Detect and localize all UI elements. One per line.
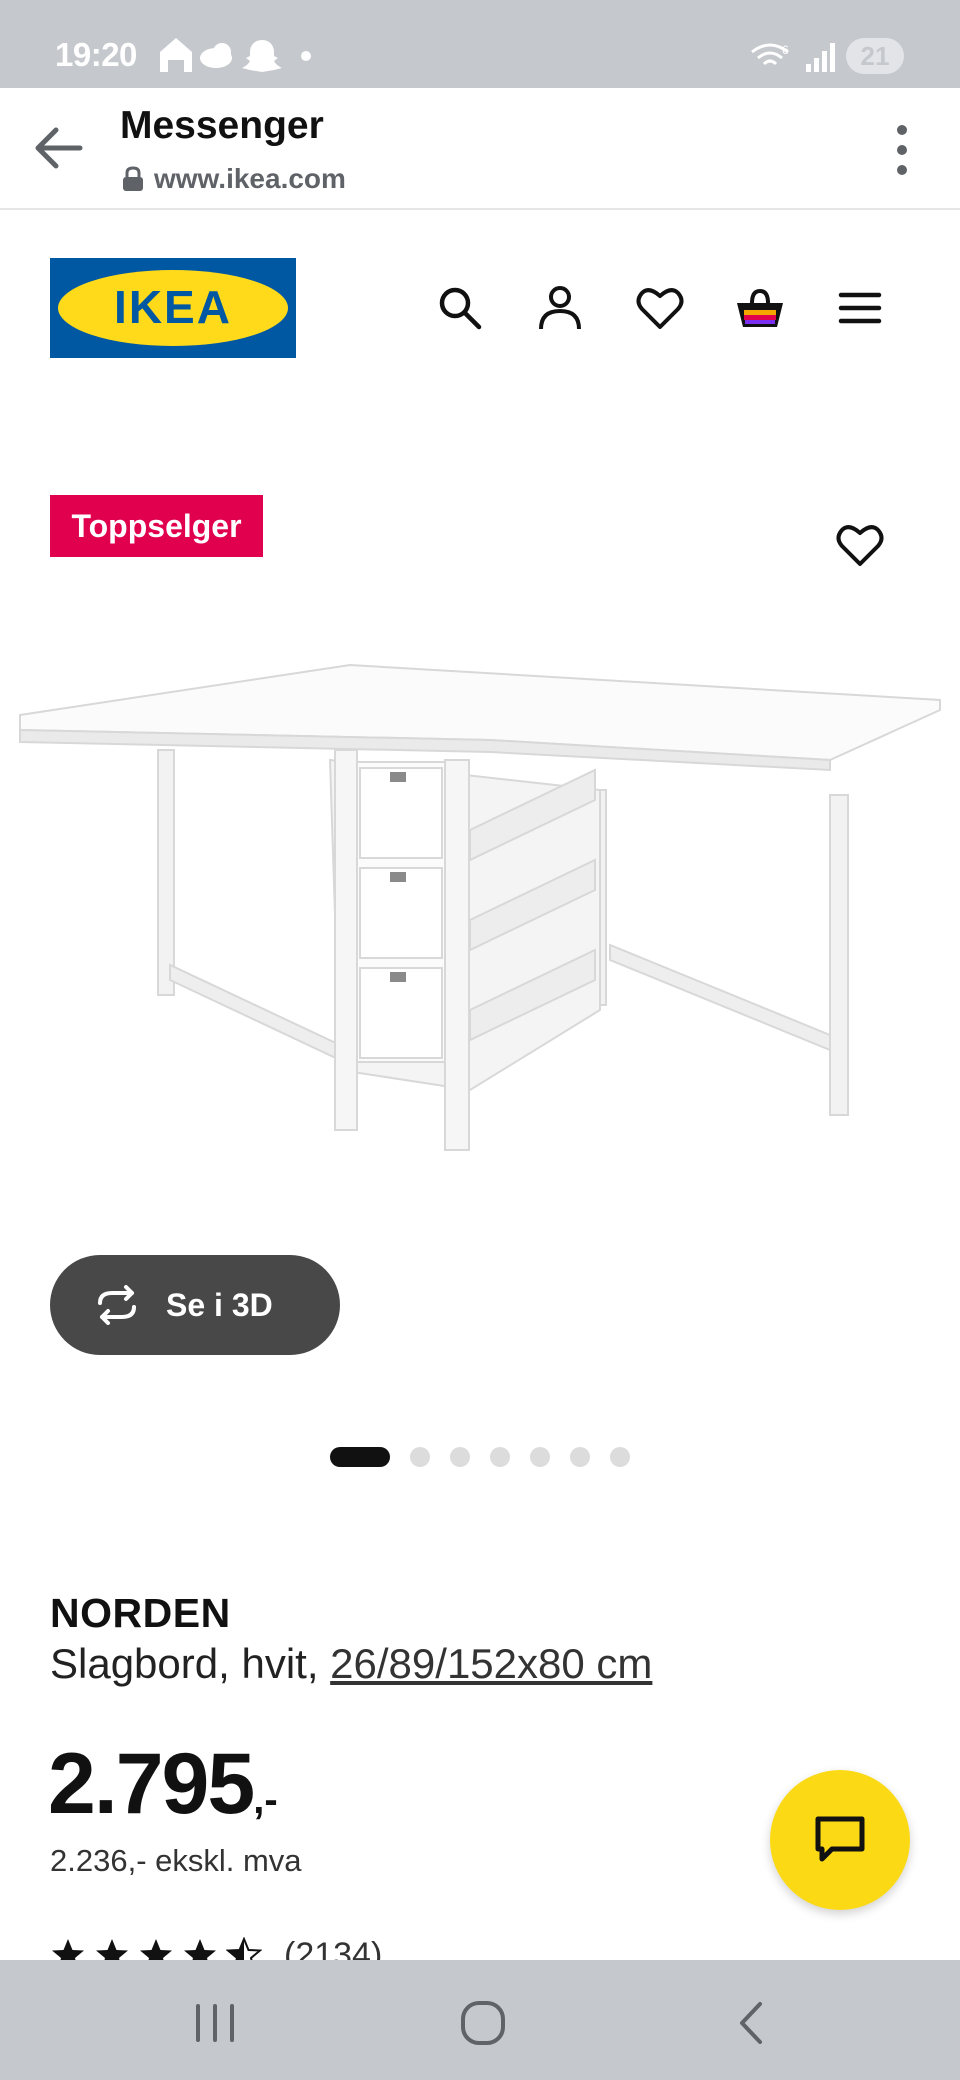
price-amount: 2.795 xyxy=(48,1736,255,1832)
product-image[interactable] xyxy=(10,650,950,1200)
product-measure-link[interactable]: 26/89/152x80 cm xyxy=(330,1640,652,1687)
status-bar: 19:20 6 21 xyxy=(0,0,960,88)
product-name: NORDEN xyxy=(50,1590,231,1636)
carousel-dot[interactable] xyxy=(570,1447,590,1467)
rotate-3d-icon xyxy=(98,1285,136,1325)
carousel-dot[interactable] xyxy=(530,1447,550,1467)
recent-apps-icon[interactable] xyxy=(190,1998,240,2048)
dot-icon xyxy=(301,51,311,61)
chat-icon xyxy=(815,1816,865,1862)
more-options-icon[interactable] xyxy=(894,122,910,178)
carousel-dot[interactable] xyxy=(610,1447,630,1467)
lock-icon xyxy=(123,166,143,191)
bestseller-badge: Toppselger xyxy=(50,495,263,557)
account-icon[interactable] xyxy=(535,283,585,333)
snapchat-icon xyxy=(242,40,282,72)
url-display[interactable]: www.ikea.com xyxy=(122,161,346,197)
menu-icon[interactable] xyxy=(835,283,885,333)
view-3d-button[interactable]: Se i 3D xyxy=(50,1255,340,1355)
home-icon xyxy=(160,38,192,72)
svg-text:6: 6 xyxy=(782,43,789,57)
battery-icon: 21 xyxy=(846,38,904,74)
chat-button[interactable] xyxy=(770,1770,910,1910)
status-right-icons: 6 xyxy=(751,43,835,72)
product-description: Slagbord, hvit, 26/89/152x80 cm xyxy=(50,1640,652,1688)
ikea-logo-text: IKEA xyxy=(114,281,232,333)
status-left-icons xyxy=(160,38,311,72)
browser-bar: Messenger www.ikea.com xyxy=(0,88,960,210)
carousel-dot[interactable] xyxy=(490,1447,510,1467)
product-price: 2.795,- xyxy=(48,1735,278,1834)
price-excl-vat: 2.236,- ekskl. mva xyxy=(50,1843,302,1878)
home-circle-icon[interactable] xyxy=(458,1998,508,2048)
view-3d-label: Se i 3D xyxy=(166,1286,273,1323)
back-chevron-icon[interactable] xyxy=(728,1998,778,2048)
browser-title: Messenger xyxy=(120,104,324,147)
carousel-dot[interactable] xyxy=(450,1447,470,1467)
ikea-logo[interactable]: IKEA xyxy=(50,258,296,358)
price-suffix: ,- xyxy=(253,1778,278,1822)
product-type: Slagbord, hvit, xyxy=(50,1640,331,1687)
search-icon[interactable] xyxy=(435,283,485,333)
image-carousel-indicator xyxy=(330,1446,650,1468)
cloud-icon xyxy=(200,43,232,68)
carousel-dot[interactable] xyxy=(410,1447,430,1467)
back-arrow-icon[interactable] xyxy=(30,118,90,178)
heart-icon[interactable] xyxy=(635,283,685,333)
signal-icon xyxy=(806,43,835,72)
system-nav-bar xyxy=(0,1960,960,2080)
status-time: 19:20 xyxy=(55,36,137,73)
favorite-heart-icon[interactable] xyxy=(835,520,885,570)
carousel-dot-active[interactable] xyxy=(330,1447,390,1467)
browser-url: www.ikea.com xyxy=(154,163,346,194)
basket-icon[interactable] xyxy=(735,283,785,333)
